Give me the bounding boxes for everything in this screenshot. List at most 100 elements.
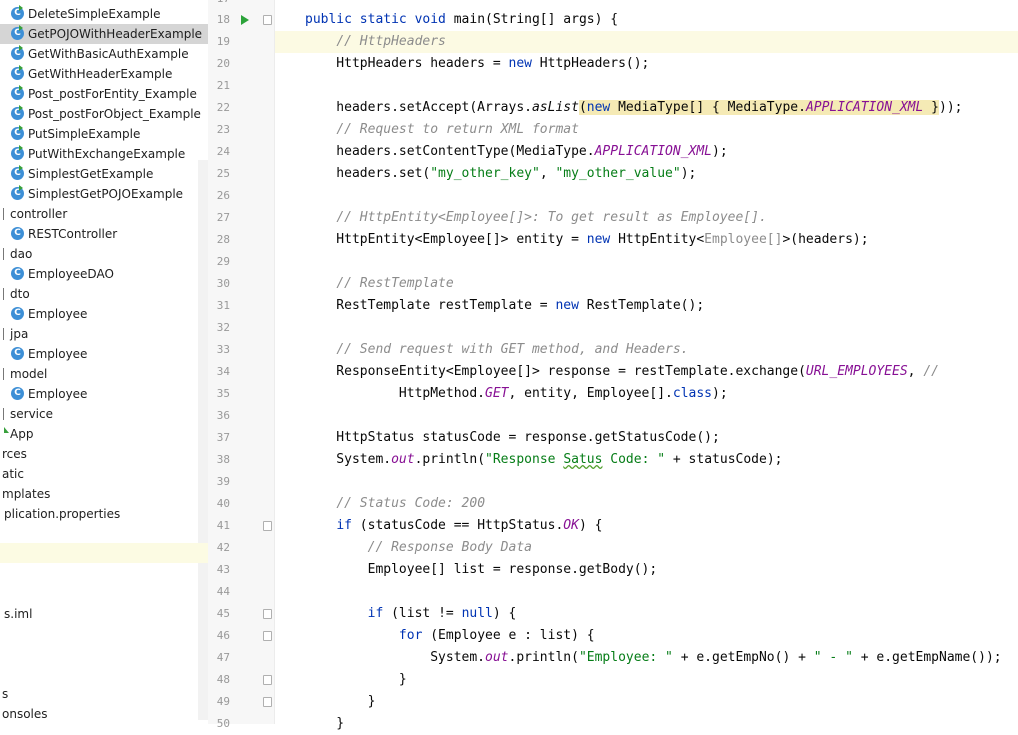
tree-item[interactable]: C Post_postForObject_Example — [0, 104, 208, 124]
code-line[interactable]: 42 // Response Body Data — [208, 537, 1018, 559]
java-class-icon: C — [11, 267, 24, 280]
code-line[interactable]: 46 for (Employee e : list) { — [208, 625, 1018, 647]
line-number: 21 — [216, 79, 230, 92]
tree-item-label: RESTController — [28, 227, 118, 241]
tree-item[interactable]: s.iml — [0, 604, 208, 624]
fold-marker-icon[interactable] — [263, 521, 272, 531]
code-text: // Status Code: 200 — [336, 496, 486, 511]
code-line[interactable]: 24 headers.setContentType(MediaType.APPL… — [208, 141, 1018, 163]
tree-item[interactable]: onsoles — [0, 704, 208, 724]
tree-item[interactable]: App — [0, 424, 208, 444]
code-line[interactable]: 32 — [208, 317, 1018, 339]
code-line[interactable]: 28 HttpEntity<Employee[]> entity = new H… — [208, 229, 1018, 251]
tree-item[interactable]: C Employee — [0, 384, 208, 404]
tree-item[interactable]: mplates — [0, 484, 208, 504]
code-line[interactable]: 25 headers.set("my_other_key", "my_other… — [208, 163, 1018, 185]
code-line[interactable]: 22 headers.setAccept(Arrays.asList(new M… — [208, 97, 1018, 119]
code-text: headers.setAccept(Arrays.asList(new Medi… — [305, 100, 963, 115]
tree-item[interactable]: service — [0, 404, 208, 424]
java-class-icon: C — [11, 387, 24, 400]
tree-item[interactable]: rces — [0, 444, 208, 464]
fold-marker-icon[interactable] — [263, 697, 272, 707]
tree-item[interactable]: C SimplestGetPOJOExample — [0, 184, 208, 204]
tree-item[interactable]: jpa — [0, 324, 208, 344]
runnable-marker-icon — [19, 125, 23, 131]
code-line[interactable]: 45 if (list != null) { — [208, 603, 1018, 625]
package-icon — [3, 408, 4, 420]
code-line[interactable]: 38 System.out.println("Response Satus Co… — [208, 449, 1018, 471]
tree-item-label: PutSimpleExample — [28, 127, 141, 141]
fold-marker-icon[interactable] — [263, 15, 272, 25]
java-class-icon: C — [11, 65, 24, 80]
code-line[interactable]: 39 — [208, 471, 1018, 493]
line-number: 34 — [216, 365, 230, 378]
tree-item[interactable]: C EmployeeDAO — [0, 264, 208, 284]
code-line[interactable]: 40 // Status Code: 200 — [208, 493, 1018, 515]
code-line[interactable]: 20 HttpHeaders headers = new HttpHeaders… — [208, 53, 1018, 75]
tree-item[interactable]: C GetPOJOWithHeaderExample — [0, 24, 208, 44]
code-text: HttpHeaders headers = new HttpHeaders(); — [305, 56, 650, 71]
code-line[interactable]: 41 if (statusCode == HttpStatus.OK) { — [208, 515, 1018, 537]
line-number: 33 — [216, 343, 230, 356]
code-line[interactable]: 50 } — [208, 713, 1018, 735]
tree-item[interactable]: s — [0, 684, 208, 704]
tree-item[interactable]: controller — [0, 204, 208, 224]
tree-item[interactable]: C GetWithHeaderExample — [0, 64, 208, 84]
line-number: 22 — [216, 101, 230, 114]
code-line[interactable]: 18 public static void main(String[] args)… — [208, 9, 1018, 31]
code-text: ResponseEntity<Employee[]> response = re… — [305, 364, 939, 379]
tree-item[interactable]: C PutWithExchangeExample — [0, 144, 208, 164]
tree-empty-row[interactable] — [0, 543, 208, 563]
tree-item[interactable]: C RESTController — [0, 224, 208, 244]
code-line[interactable]: 35 HttpMethod.GET, entity, Employee[].cl… — [208, 383, 1018, 405]
code-line[interactable]: 26 — [208, 185, 1018, 207]
code-line[interactable]: 47 System.out.println("Employee: " + e.g… — [208, 647, 1018, 669]
code-line[interactable]: 30 // RestTemplate — [208, 273, 1018, 295]
line-number: 23 — [216, 123, 230, 136]
code-line[interactable]: 33 // Send request with GET method, and … — [208, 339, 1018, 361]
fold-marker-icon[interactable] — [263, 609, 272, 619]
line-background — [275, 713, 1018, 735]
tree-item[interactable]: model — [0, 364, 208, 384]
line-number: 29 — [216, 255, 230, 268]
tree-item[interactable]: plication.properties — [0, 504, 208, 524]
code-line[interactable]: 43 Employee[] list = response.getBody(); — [208, 559, 1018, 581]
fold-marker-icon[interactable] — [263, 631, 272, 641]
line-number: 18 — [216, 13, 230, 26]
code-line[interactable]: 36 — [208, 405, 1018, 427]
code-line[interactable]: 34 ResponseEntity<Employee[]> response =… — [208, 361, 1018, 383]
code-text: } — [305, 694, 376, 709]
tree-item[interactable]: C Post_postForEntity_Example — [0, 84, 208, 104]
code-line[interactable]: 27 // HttpEntity<Employee[]>: To get res… — [208, 207, 1018, 229]
java-class-icon: C — [11, 185, 24, 200]
fold-marker-icon[interactable] — [263, 675, 272, 685]
tree-item[interactable]: C GetWithBasicAuthExample — [0, 44, 208, 64]
code-text: headers.setContentType(MediaType.APPLICA… — [305, 144, 728, 159]
tree-item[interactable]: C SimplestGetExample — [0, 164, 208, 184]
code-line[interactable]: 19 // HttpHeaders — [208, 31, 1018, 53]
tree-item[interactable]: C Employee — [0, 304, 208, 324]
code-line[interactable]: 37 HttpStatus statusCode = response.getS… — [208, 427, 1018, 449]
run-main-icon[interactable] — [241, 15, 249, 25]
code-line[interactable]: 29 — [208, 251, 1018, 273]
code-line[interactable]: 21 — [208, 75, 1018, 97]
code-text: // HttpHeaders — [336, 34, 446, 49]
runnable-marker-icon — [19, 65, 23, 71]
code-text: // Response Body Data — [367, 540, 532, 555]
tree-item[interactable]: C Employee — [0, 344, 208, 364]
code-line[interactable]: 48 } — [208, 669, 1018, 691]
code-line[interactable]: 44 — [208, 581, 1018, 603]
line-background — [275, 251, 1018, 273]
runnable-marker-icon — [19, 5, 23, 11]
tree-item[interactable]: C DeleteSimpleExample — [0, 4, 208, 24]
tree-item[interactable]: atic — [0, 464, 208, 484]
runnable-marker-icon — [19, 145, 23, 151]
tree-item[interactable]: dto — [0, 284, 208, 304]
code-line[interactable]: 49 } — [208, 691, 1018, 713]
code-text: public static void main(String[] args) { — [305, 12, 619, 27]
code-line[interactable]: 23 // Request to return XML format — [208, 119, 1018, 141]
tree-item[interactable]: dao — [0, 244, 208, 264]
code-line[interactable]: 31 RestTemplate restTemplate = new RestT… — [208, 295, 1018, 317]
tree-item-label: onsoles — [2, 707, 48, 721]
tree-item[interactable]: C PutSimpleExample — [0, 124, 208, 144]
